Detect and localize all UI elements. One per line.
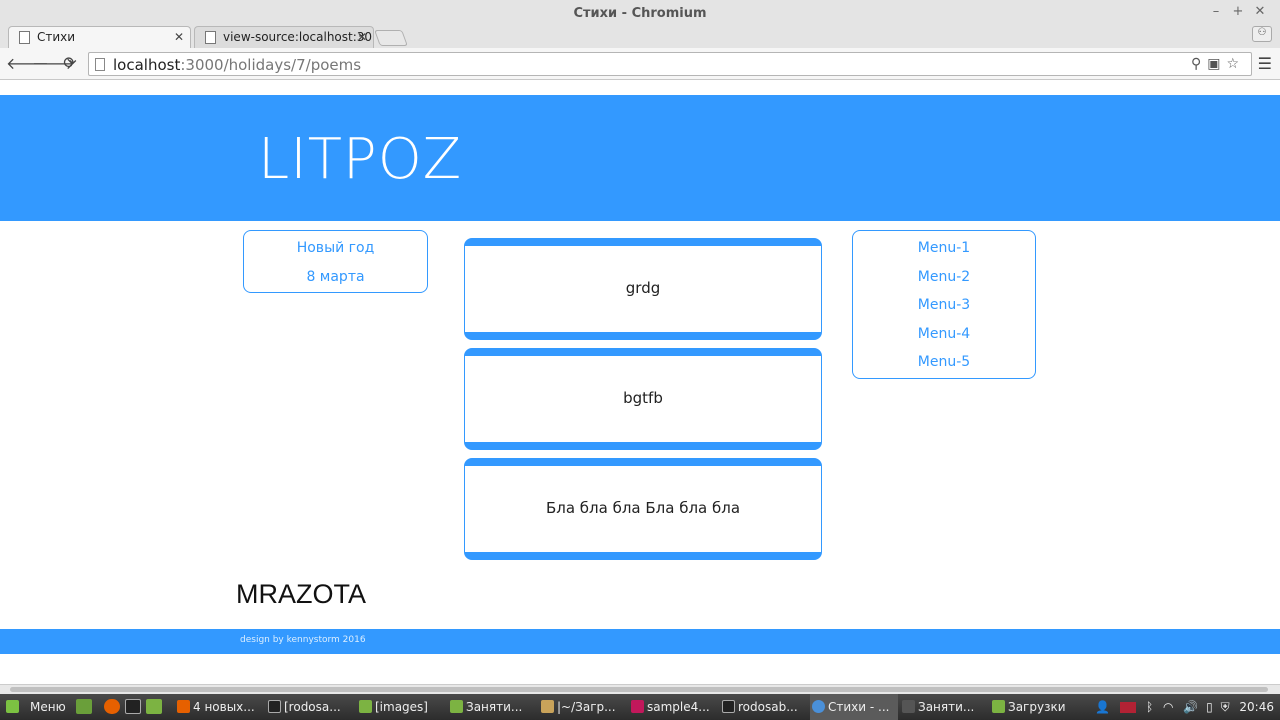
menu-link-2[interactable]: Menu-2 — [853, 267, 1035, 296]
page-viewport: LITPOZ Новый год 8 марта grdg bgtfb Бла … — [0, 81, 1280, 683]
brand-text: MRAZOTA — [236, 579, 366, 609]
tab-poems[interactable]: Стихи ✕ — [8, 26, 191, 48]
tab-label: Стихи — [37, 30, 76, 44]
address-bar[interactable]: localhost:3000/holidays/7/poems ⚲▣☆ — [88, 52, 1252, 76]
terminal-icon — [268, 700, 281, 713]
nav-link-new-year[interactable]: Новый год — [244, 238, 427, 267]
footer-credit: design by kennystorm 2016 — [240, 635, 366, 645]
page-icon — [205, 31, 216, 44]
poem-title: bgtfb — [623, 389, 663, 407]
window-titlebar: Стихи - Chromium – + ✕ — [0, 0, 1280, 26]
user-icon[interactable]: 👤 — [1095, 700, 1110, 714]
scrollbar-thumb[interactable] — [10, 687, 1268, 692]
terminal-icon — [722, 700, 735, 713]
page-icon — [95, 58, 105, 71]
url-text[interactable]: localhost:3000/holidays/7/poems — [113, 56, 361, 74]
rubymine-icon — [631, 700, 644, 713]
menu-link-1[interactable]: Menu-1 — [853, 238, 1035, 267]
profile-icon[interactable]: ⚇ — [1252, 26, 1272, 42]
firefox-icon — [177, 700, 190, 713]
site-logo[interactable]: LITPOZ — [258, 127, 462, 192]
taskbar-item-active[interactable]: Стихи - ... — [810, 694, 898, 720]
taskbar-item[interactable]: Загрузки — [990, 694, 1078, 720]
forward-icon[interactable]: 🡒 — [32, 53, 75, 73]
zoom-icon[interactable]: ⚲ — [1191, 56, 1207, 72]
tab-strip: Стихи ✕ view-source:localhost:30 ✕ — [0, 24, 1280, 48]
site-header: LITPOZ — [0, 95, 1280, 221]
taskbar-item[interactable]: [rodosa... — [266, 694, 354, 720]
minimize-icon[interactable]: – — [1208, 4, 1224, 19]
editor-icon — [541, 700, 554, 713]
page-icon — [19, 31, 30, 44]
menu-link-4[interactable]: Menu-4 — [853, 324, 1035, 353]
start-menu-button[interactable]: Меню — [4, 694, 66, 720]
taskbar-item[interactable]: rodosab... — [720, 694, 808, 720]
show-desktop-icon[interactable] — [76, 699, 92, 714]
holiday-nav: Новый год 8 марта — [243, 230, 428, 293]
nav-link-march-8[interactable]: 8 марта — [244, 267, 427, 296]
side-menu: Menu-1 Menu-2 Menu-3 Menu-4 Menu-5 — [852, 230, 1036, 379]
horizontal-scrollbar[interactable] — [0, 684, 1280, 694]
poem-card[interactable]: Бла бла бла Бла бла бла — [464, 458, 822, 560]
poem-title: grdg — [625, 279, 661, 297]
poem-card[interactable]: grdg — [464, 238, 822, 340]
poem-card[interactable]: bgtfb — [464, 348, 822, 450]
terminal-icon[interactable] — [125, 699, 141, 714]
taskbar-item[interactable]: |~/Загр... — [539, 694, 627, 720]
keyboard-layout-flag-icon[interactable] — [1120, 702, 1137, 713]
battery-icon[interactable]: ▯ — [1206, 700, 1213, 714]
taskbar-item[interactable]: [images] — [357, 694, 445, 720]
firefox-icon[interactable] — [104, 699, 120, 714]
media-player-icon — [902, 700, 915, 713]
folder-icon — [992, 700, 1005, 713]
new-tab-button[interactable] — [374, 30, 408, 46]
chromium-icon — [812, 700, 825, 713]
taskbar-item[interactable]: Заняти... — [448, 694, 536, 720]
window-title: Стихи - Chromium — [573, 6, 707, 21]
browser-toolbar: 🡐 🡒 ⟳ localhost:3000/holidays/7/poems ⚲▣… — [0, 48, 1280, 80]
folder-icon — [359, 700, 372, 713]
menu-link-5[interactable]: Menu-5 — [853, 352, 1035, 381]
translate-icon[interactable]: ▣ — [1207, 56, 1226, 72]
bookmark-star-icon[interactable]: ☆ — [1226, 56, 1245, 72]
back-icon[interactable]: 🡐 — [6, 53, 49, 73]
poem-list: grdg bgtfb Бла бла бла Бла бла бла — [464, 238, 822, 568]
close-tab-icon[interactable]: ✕ — [357, 30, 367, 44]
taskbar: Меню 4 новых... [rodosa... [images] Заня… — [0, 694, 1280, 720]
reload-icon[interactable]: ⟳ — [60, 53, 80, 72]
bluetooth-icon[interactable]: ᛒ — [1146, 700, 1153, 714]
poem-title: Бла бла бла Бла бла бла — [545, 499, 741, 517]
site-footer: design by kennystorm 2016 — [0, 629, 1280, 654]
maximize-icon[interactable]: + — [1230, 4, 1246, 19]
shield-icon[interactable]: ⛨ — [1221, 700, 1230, 714]
tab-view-source[interactable]: view-source:localhost:30 ✕ — [194, 26, 374, 48]
volume-icon[interactable]: 🔊 — [1183, 700, 1198, 714]
taskbar-item[interactable]: Заняти... — [900, 694, 988, 720]
clock[interactable]: 20:46 — [1239, 700, 1274, 714]
menu-link-3[interactable]: Menu-3 — [853, 295, 1035, 324]
folder-icon — [450, 700, 463, 713]
files-icon[interactable] — [146, 699, 162, 714]
mint-logo-icon — [6, 700, 19, 713]
system-tray: 👤 ᛒ ◠ 🔊 ▯ ⛨ 20:46 — [1095, 694, 1274, 720]
wifi-icon[interactable]: ◠ — [1163, 700, 1173, 714]
tab-label: view-source:localhost:30 — [223, 30, 373, 44]
close-window-icon[interactable]: ✕ — [1252, 4, 1268, 19]
close-tab-icon[interactable]: ✕ — [174, 30, 184, 44]
taskbar-item[interactable]: 4 новых... — [175, 694, 263, 720]
menu-icon[interactable]: ☰ — [1258, 54, 1272, 73]
taskbar-item[interactable]: sample4... — [629, 694, 717, 720]
